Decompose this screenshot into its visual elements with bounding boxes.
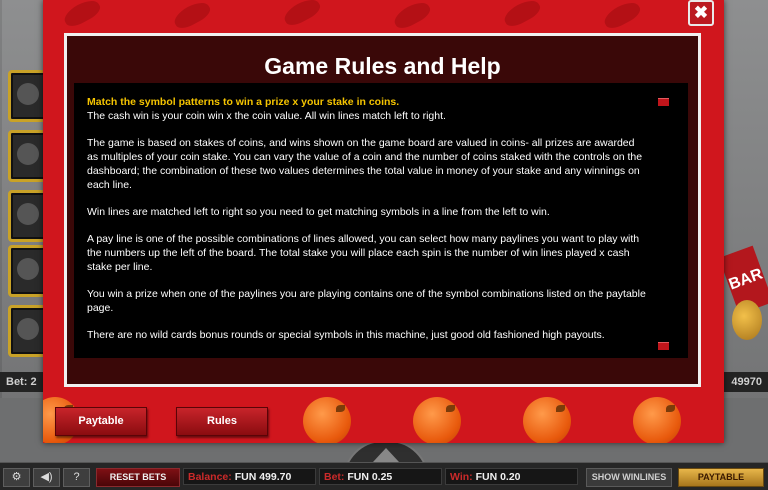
total-readout: 49970 bbox=[720, 372, 768, 392]
show-winlines-button[interactable]: SHOW WINLINES bbox=[586, 468, 672, 487]
payline-selector-icon[interactable] bbox=[8, 190, 48, 242]
payline-selector-icon[interactable] bbox=[8, 130, 48, 182]
close-button[interactable]: ✖ bbox=[688, 0, 714, 26]
chili-decoration bbox=[60, 0, 104, 30]
rules-paragraph: The game is based on stakes of coins, an… bbox=[87, 137, 643, 191]
payline-selector-icon[interactable] bbox=[8, 70, 48, 122]
paytable-tab-button[interactable]: Paytable bbox=[55, 407, 147, 436]
coin-icon bbox=[732, 300, 762, 340]
payline-selector-icon[interactable] bbox=[8, 245, 48, 297]
orange-symbol bbox=[523, 397, 571, 443]
chili-decoration bbox=[600, 0, 644, 32]
rules-paragraph: A pay line is one of the possible combin… bbox=[87, 233, 640, 273]
rules-tab-button[interactable]: Rules bbox=[176, 407, 268, 436]
bet-value: FUN 0.25 bbox=[347, 471, 393, 483]
dialog-title: Game Rules and Help bbox=[264, 53, 501, 79]
chili-decoration bbox=[280, 0, 324, 29]
rules-paragraph: You win a prize when one of the paylines… bbox=[87, 288, 646, 314]
orange-symbol bbox=[413, 397, 461, 443]
rules-highlight: Match the symbol patterns to win a prize… bbox=[87, 96, 400, 108]
paytable-button[interactable]: PAYTABLE bbox=[678, 468, 764, 487]
rules-panel: Game Rules and Help Match the symbol pat… bbox=[64, 33, 701, 387]
bet-label: Bet: bbox=[324, 471, 345, 483]
scroll-up-button[interactable] bbox=[658, 98, 669, 106]
win-value: FUN 0.20 bbox=[475, 471, 521, 483]
speaker-icon[interactable]: ◀) bbox=[33, 468, 60, 487]
spin-arrow-icon bbox=[373, 448, 399, 462]
rules-line: The cash win is your coin win x the coin… bbox=[87, 110, 446, 122]
balance-display: Balance: FUN 499.70 bbox=[183, 468, 316, 485]
rules-paragraph: There are no wild cards bonus rounds or … bbox=[87, 329, 605, 341]
balance-label: Balance: bbox=[188, 471, 232, 483]
win-label: Win: bbox=[450, 471, 473, 483]
rules-paragraph: Win lines are matched left to right so y… bbox=[87, 206, 550, 218]
orange-symbol bbox=[303, 397, 351, 443]
payline-selector-icon[interactable] bbox=[8, 305, 48, 357]
bet-display: Bet: FUN 0.25 bbox=[319, 468, 442, 485]
orange-symbol bbox=[633, 397, 681, 443]
scroll-down-button[interactable] bbox=[658, 342, 669, 350]
win-display: Win: FUN 0.20 bbox=[445, 468, 578, 485]
chili-decoration bbox=[170, 0, 214, 32]
rules-dialog: ✖ Game Rules and Help Match the symbol p… bbox=[43, 0, 724, 443]
reset-bets-button[interactable]: RESET BETS bbox=[96, 468, 180, 487]
gear-icon[interactable]: ⚙ bbox=[3, 468, 30, 487]
help-button[interactable]: ? bbox=[63, 468, 90, 487]
rules-paragraph: Match the symbol patterns to win a prize… bbox=[87, 95, 648, 123]
bottom-bar: ⚙ ◀) ? RESET BETS Balance: FUN 499.70 Be… bbox=[0, 462, 768, 490]
rules-text-area[interactable]: Match the symbol patterns to win a prize… bbox=[74, 83, 688, 358]
chili-decoration bbox=[390, 0, 434, 32]
balance-value: FUN 499.70 bbox=[234, 471, 292, 483]
chili-decoration bbox=[500, 0, 544, 30]
